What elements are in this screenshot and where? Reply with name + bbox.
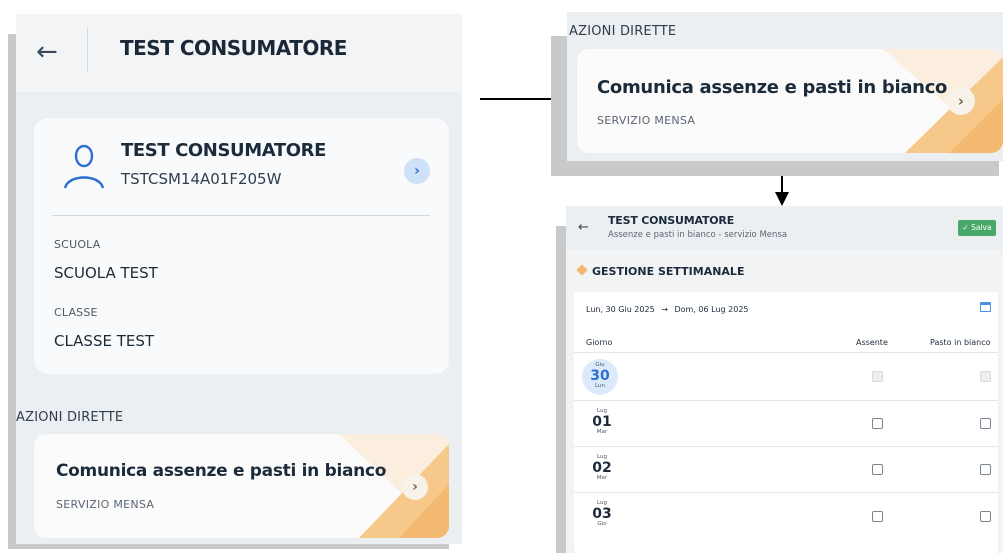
range-arrow-icon: → <box>661 305 668 314</box>
weekly-management-heading: GESTIONE SETTIMANALE <box>576 264 745 278</box>
action-chevron-right-icon[interactable]: › <box>402 474 428 500</box>
table-row: Lug 03 Gio <box>574 492 998 540</box>
action-title: Comunica assenze e pasti in bianco <box>597 77 948 98</box>
white-meal-checkbox <box>980 371 991 382</box>
decorative-triangles <box>883 49 1003 153</box>
range-start: Lun, 30 Giu 2025 <box>586 305 655 314</box>
direct-actions-heading: AZIONI DIRETTE <box>569 24 677 39</box>
back-arrow-icon[interactable]: ← <box>36 36 58 68</box>
weekday-label: Gio <box>597 521 607 527</box>
profile-chevron-right-icon[interactable]: › <box>404 158 430 184</box>
absences-meals-action-card[interactable]: Comunica assenze e pasti in bianco SERVI… <box>34 434 449 538</box>
profile-divider <box>52 215 430 216</box>
diamond-icon <box>576 264 588 276</box>
action-title: Comunica assenze e pasti in bianco <box>56 461 387 481</box>
absent-checkbox[interactable] <box>872 464 883 475</box>
page-subtitle: Assenze e pasti in bianco - servizio Men… <box>608 230 788 240</box>
column-header-white-meal: Pasto in bianco <box>930 338 991 347</box>
action-chevron-right-icon[interactable]: › <box>947 87 975 115</box>
class-label: CLASSE <box>54 306 98 319</box>
action-subtitle: SERVIZIO MENSA <box>56 498 155 511</box>
header-divider <box>87 28 88 72</box>
week-table: Lun, 30 Giu 2025 → Dom, 06 Lug 2025 Gior… <box>574 292 998 553</box>
white-meal-checkbox[interactable] <box>980 464 991 475</box>
absent-checkbox <box>872 371 883 382</box>
header-bar: ← TEST CONSUMATORE <box>16 14 462 92</box>
column-header-absent: Assente <box>856 338 888 347</box>
range-end: Dom, 06 Lug 2025 <box>674 305 749 314</box>
table-row: Giu 30 Lun <box>574 352 998 400</box>
fiscal-code: TSTCSM14A01F205W <box>121 170 282 188</box>
absent-checkbox[interactable] <box>872 511 883 522</box>
day-cell[interactable]: Lug 01 Mar <box>584 408 620 436</box>
date-range: Lun, 30 Giu 2025 → Dom, 06 Lug 2025 <box>586 305 749 314</box>
user-icon <box>63 144 105 189</box>
day-cell[interactable]: Lug 02 Mer <box>584 454 620 482</box>
day-number: 01 <box>592 414 612 430</box>
class-value: CLASSE TEST <box>54 332 155 350</box>
day-number: 02 <box>592 460 612 476</box>
weekly-management-screen: ← TEST CONSUMATORE Assenze e pasti in bi… <box>566 206 1003 553</box>
page-title: TEST CONSUMATORE <box>608 214 735 227</box>
day-cell[interactable]: Lug 03 Gio <box>584 500 620 528</box>
decorative-triangles <box>339 434 449 538</box>
calendar-icon[interactable] <box>980 302 991 312</box>
section-title: GESTIONE SETTIMANALE <box>592 265 745 278</box>
absent-checkbox[interactable] <box>872 418 883 429</box>
consumer-detail-screen: ← TEST CONSUMATORE TEST CONSUMATORE TSTC… <box>16 14 462 544</box>
table-row: Lug 02 Mer <box>574 446 998 492</box>
action-subtitle: SERVIZIO MENSA <box>597 114 696 127</box>
weekday-label: Lun <box>595 383 605 389</box>
white-meal-checkbox[interactable] <box>980 418 991 429</box>
white-meal-checkbox[interactable] <box>980 511 991 522</box>
day-cell-selected[interactable]: Giu 30 Lun <box>582 359 618 395</box>
school-value: SCUOLA TEST <box>54 264 158 282</box>
direct-actions-heading: AZIONI DIRETTE <box>16 410 124 425</box>
column-header-day: Giorno <box>586 338 613 347</box>
profile-card: TEST CONSUMATORE TSTCSM14A01F205W › SCUO… <box>34 118 449 374</box>
back-arrow-icon[interactable]: ← <box>578 220 589 235</box>
weekday-label: Mar <box>596 429 608 435</box>
direct-actions-zoom: AZIONI DIRETTE Comunica assenze e pasti … <box>567 12 1003 161</box>
school-label: SCUOLA <box>54 238 101 251</box>
save-button[interactable]: ✓ Salva <box>958 220 996 236</box>
profile-name: TEST CONSUMATORE <box>121 140 327 161</box>
day-number: 03 <box>592 506 612 522</box>
weekday-label: Mer <box>596 475 608 481</box>
page-title: TEST CONSUMATORE <box>120 36 347 60</box>
day-number: 30 <box>590 368 610 384</box>
table-row: Lug 01 Mar <box>574 400 998 446</box>
absences-meals-action-card[interactable]: Comunica assenze e pasti in bianco SERVI… <box>577 49 1003 153</box>
header-bar: ← TEST CONSUMATORE Assenze e pasti in bi… <box>566 206 1003 250</box>
